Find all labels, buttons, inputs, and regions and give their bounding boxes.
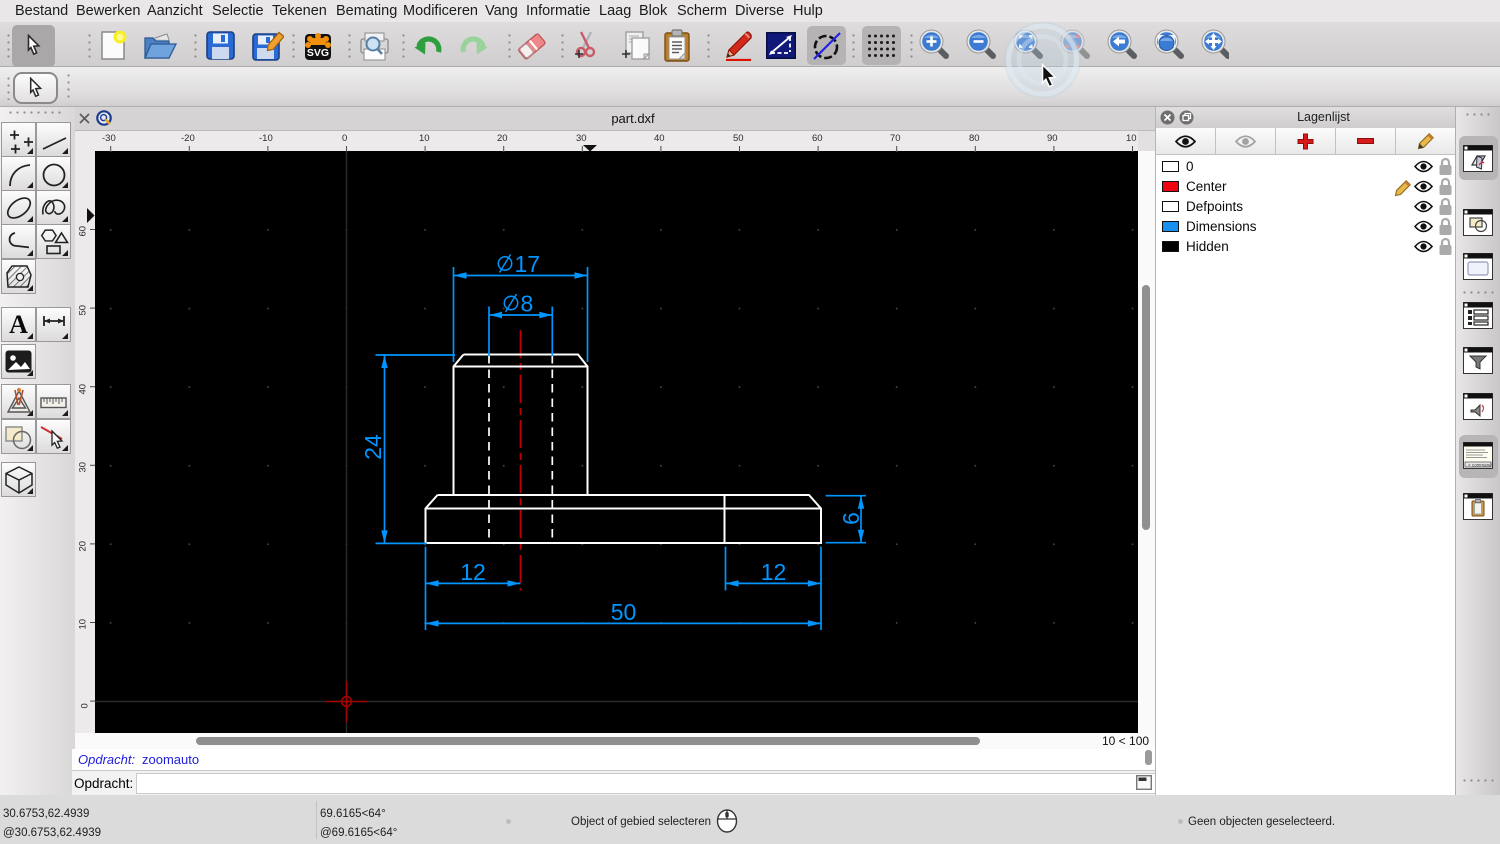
svg-text:SVG: SVG — [307, 47, 329, 59]
svg-text:24: 24 — [360, 434, 386, 460]
svg-text:> command: > command — [1468, 462, 1492, 467]
svg-text:12: 12 — [460, 559, 486, 585]
svg-text:12: 12 — [761, 559, 787, 585]
svg-text:17: 17 — [515, 251, 541, 277]
svg-text:50: 50 — [611, 599, 637, 625]
svg-text:8: 8 — [521, 291, 534, 317]
svg-text:6: 6 — [838, 512, 864, 525]
